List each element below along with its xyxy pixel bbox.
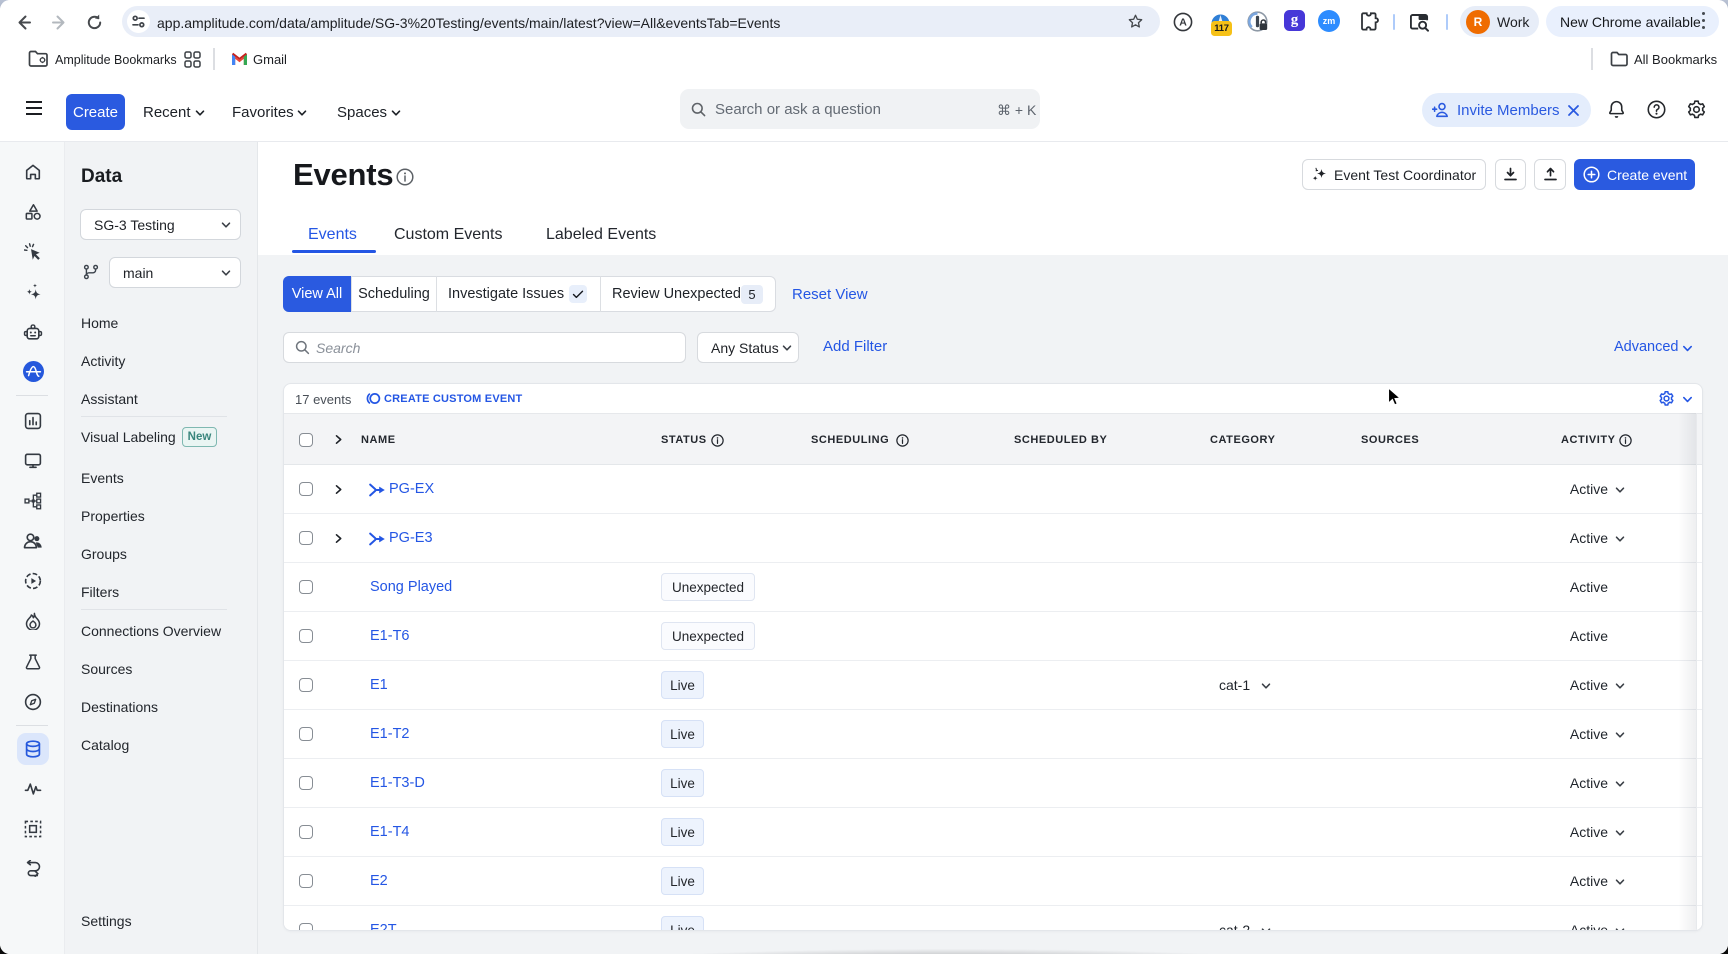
svg-text:A: A — [1179, 17, 1187, 29]
